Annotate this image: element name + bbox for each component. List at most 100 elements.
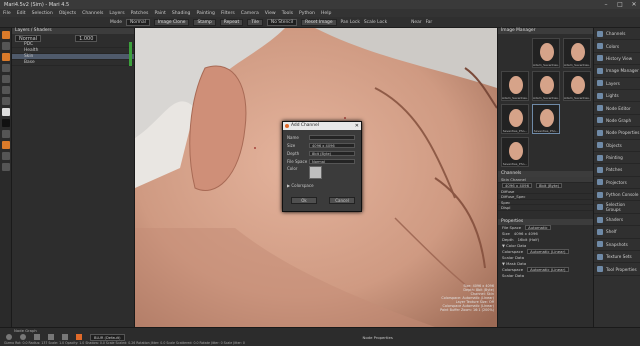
nav-selection-groups[interactable]: Selection Groups xyxy=(594,201,640,214)
menu-filters[interactable]: Filters xyxy=(221,11,235,16)
tile-button[interactable]: Tile xyxy=(247,18,263,26)
nav-layers[interactable]: Layers xyxy=(594,78,640,90)
dialog-close-button[interactable]: ✕ xyxy=(355,122,359,130)
nav-tool-properties[interactable]: Tool Properties xyxy=(594,263,640,276)
stroke-icon[interactable] xyxy=(48,334,54,340)
image-thumb[interactable]: Adam_Seventies... xyxy=(532,38,560,68)
smudge-icon[interactable] xyxy=(2,86,10,94)
scale-lock-toggle[interactable]: Scale Lock xyxy=(364,20,387,25)
property-value[interactable]: Automatic (Linear) xyxy=(527,266,569,272)
size-select[interactable]: 4096 x 4096 xyxy=(309,142,355,149)
menu-help[interactable]: Help xyxy=(321,11,331,16)
image-thumb[interactable]: Seventies_Pho... xyxy=(501,137,529,167)
image-thumb[interactable]: Adam_Seventies... xyxy=(563,38,591,68)
colorspace-expander[interactable]: ▶ Colorspace xyxy=(287,183,314,188)
blur-icon[interactable] xyxy=(2,75,10,83)
nav-snapshots[interactable]: Snapshots xyxy=(594,239,640,252)
color-swatch[interactable] xyxy=(309,166,322,179)
reset-image-button[interactable]: Reset Image xyxy=(301,18,337,26)
nav-projectors[interactable]: Projectors xyxy=(594,177,640,190)
nav-lights[interactable]: Lights xyxy=(594,90,640,103)
nav-painting[interactable]: Painting xyxy=(594,152,640,165)
clone-icon[interactable] xyxy=(2,53,10,61)
node-properties-icon xyxy=(597,129,603,136)
stamp-icon[interactable] xyxy=(62,334,68,340)
property-value[interactable]: Automatic xyxy=(525,224,551,230)
channel-depth[interactable]: 8bit (Byte) xyxy=(536,182,563,188)
property-value[interactable]: Automatic (Linear) xyxy=(527,248,569,254)
nav-channels[interactable]: Channels xyxy=(594,28,640,41)
name-field[interactable] xyxy=(309,134,355,141)
undo-icon[interactable] xyxy=(6,334,12,340)
menu-file[interactable]: File xyxy=(3,11,11,16)
layer-row[interactable]: Base xyxy=(12,60,134,66)
redo-icon[interactable] xyxy=(20,334,26,340)
image-thumb[interactable]: Seventies_Pho... xyxy=(501,104,529,134)
stamp-button[interactable]: Stamp xyxy=(193,18,216,26)
menu-view[interactable]: View xyxy=(265,11,276,16)
nav-shelf[interactable]: Shelf xyxy=(594,226,640,239)
channel-size[interactable]: 4096 x 4096 xyxy=(502,182,532,188)
transform-icon[interactable] xyxy=(2,130,10,138)
menu-channels[interactable]: Channels xyxy=(82,11,103,16)
filespace-select[interactable]: Normal xyxy=(309,158,355,165)
camera-icon[interactable] xyxy=(2,152,10,160)
eraser-icon[interactable] xyxy=(2,64,10,72)
image-thumb[interactable]: Adam_Seventies... xyxy=(532,71,560,101)
menu-patches[interactable]: Patches xyxy=(131,11,149,16)
nav-node-graph[interactable]: Node Graph xyxy=(594,115,640,128)
layer-opacity-field[interactable]: 1.000 xyxy=(75,34,98,42)
minimize-button[interactable]: – xyxy=(602,1,610,8)
far-label[interactable]: Far xyxy=(426,20,433,25)
menu-shading[interactable]: Shading xyxy=(172,11,191,16)
cancel-button[interactable]: Cancel xyxy=(329,197,355,204)
nav-colors[interactable]: Colors xyxy=(594,40,640,53)
paint-brush-icon[interactable] xyxy=(2,31,10,39)
nav-shaders[interactable]: Shaders xyxy=(594,214,640,227)
close-window-button[interactable]: ✕ xyxy=(630,1,638,8)
background-color-swatch[interactable] xyxy=(2,119,10,127)
brush-preset-select[interactable]: BLUR (Default) xyxy=(90,333,125,341)
stencil-select[interactable]: No Stencil xyxy=(266,18,298,26)
nav-node-properties[interactable]: Node Properties xyxy=(594,127,640,140)
menu-python[interactable]: Python xyxy=(299,11,315,16)
mode-select[interactable]: Normal xyxy=(125,18,150,26)
menu-layers[interactable]: Layers xyxy=(109,11,124,16)
nav-patches[interactable]: Patches xyxy=(594,164,640,177)
nav-label: Image Manager xyxy=(606,68,639,74)
projection-icon[interactable] xyxy=(2,141,10,149)
image-thumb-selected[interactable]: Seventies_Pho... xyxy=(532,104,560,134)
menu-camera[interactable]: Camera xyxy=(241,11,259,16)
nav-image-manager[interactable]: Image Manager xyxy=(594,65,640,78)
maximize-button[interactable]: □ xyxy=(616,1,624,8)
menu-paint[interactable]: Paint xyxy=(154,11,165,16)
node-properties-tab[interactable]: Node Properties xyxy=(363,335,393,340)
colorspace-row[interactable]: ▶ Colorspace xyxy=(283,182,361,189)
lights-icon[interactable] xyxy=(2,163,10,171)
ok-button[interactable]: Ok xyxy=(291,197,317,204)
nav-history[interactable]: History View xyxy=(594,53,640,66)
nav-python-console[interactable]: Python Console xyxy=(594,189,640,202)
menu-edit[interactable]: Edit xyxy=(17,11,26,16)
menu-tools[interactable]: Tools xyxy=(282,11,293,16)
image-thumb[interactable]: Adam_Seventies... xyxy=(563,71,591,101)
brush-icon[interactable] xyxy=(34,334,40,340)
repeat-button[interactable]: Repeat xyxy=(219,18,244,26)
fill-icon[interactable] xyxy=(2,97,10,105)
nav-texture-sets[interactable]: Texture Sets xyxy=(594,251,640,264)
menu-painting[interactable]: Painting xyxy=(196,11,214,16)
near-label[interactable]: Near xyxy=(411,20,421,25)
nav-objects[interactable]: Objects xyxy=(594,140,640,152)
nav-node-editor[interactable]: Node Editor xyxy=(594,102,640,115)
pan-lock-toggle[interactable]: Pan Lock xyxy=(341,20,360,25)
foreground-color-swatch[interactable] xyxy=(2,108,10,116)
select-icon[interactable] xyxy=(2,42,10,50)
active-tool-icon[interactable] xyxy=(76,334,82,340)
menu-selection[interactable]: Selection xyxy=(32,11,53,16)
image-clone-button[interactable]: Image Clone xyxy=(153,18,190,26)
image-thumb[interactable]: Adam_Seventies... xyxy=(501,71,529,101)
depth-select[interactable]: 8bit (Byte) xyxy=(309,150,355,157)
property-label: Scalar Data xyxy=(502,272,525,278)
layer-blend-select[interactable]: Normal xyxy=(15,34,42,42)
menu-objects[interactable]: Objects xyxy=(59,11,76,16)
